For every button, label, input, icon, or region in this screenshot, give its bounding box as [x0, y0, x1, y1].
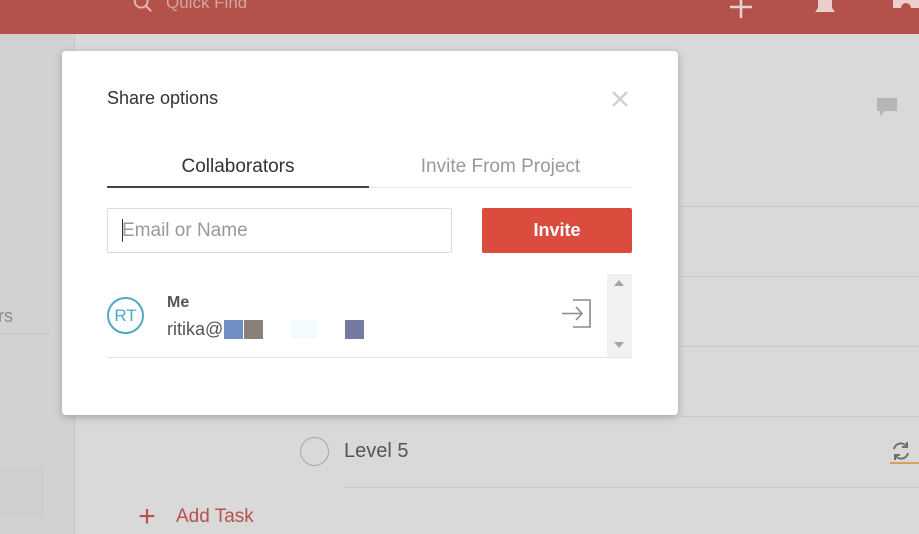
invite-button[interactable]: Invite: [482, 208, 632, 253]
bell-icon[interactable]: [812, 0, 838, 20]
recurring-icon[interactable]: [890, 440, 912, 462]
redaction-block: [264, 320, 291, 339]
task-divider: [344, 487, 919, 488]
add-task-label: Add Task: [176, 506, 254, 527]
task-checkbox[interactable]: [300, 437, 329, 466]
redaction-block: [291, 320, 318, 339]
share-options-modal: Share options Collaborators Invite From …: [62, 51, 678, 415]
task-row[interactable]: Level 5: [300, 437, 409, 466]
gift-icon[interactable]: [893, 0, 919, 20]
redaction-block: [244, 320, 264, 339]
plus-icon[interactable]: [728, 0, 754, 20]
row-divider: [679, 206, 919, 207]
tab-invite-from-project[interactable]: Invite From Project: [369, 149, 632, 188]
task-label: Level 5: [344, 440, 409, 462]
quick-find-placeholder: Quick Find: [166, 0, 248, 12]
scroll-up-arrow[interactable]: [614, 280, 624, 286]
email-or-name-input[interactable]: [107, 208, 452, 253]
scroll-down-arrow[interactable]: [614, 342, 624, 348]
tab-collaborators[interactable]: Collaborators: [107, 149, 369, 188]
row-divider: [679, 276, 919, 277]
redaction-block: [345, 320, 365, 339]
scrollbar[interactable]: [607, 274, 632, 357]
sidebar-block: [0, 466, 44, 518]
collaborator-email: ritika@: [167, 319, 365, 340]
collaborator-email-text: ritika@: [167, 319, 224, 339]
modal-title: Share options: [107, 88, 219, 108]
share-tabs: Collaborators Invite From Project: [107, 149, 632, 188]
row-divider: [679, 416, 919, 417]
row-divider: [679, 346, 919, 347]
redaction-block: [224, 320, 244, 339]
close-icon[interactable]: [608, 87, 632, 111]
recurring-underline: [890, 462, 919, 464]
search-icon: [133, 0, 152, 12]
text-caret: [122, 219, 123, 242]
add-task-button[interactable]: + Add Task: [136, 500, 254, 533]
collaborators-list: RT Me ritika@: [107, 274, 632, 358]
redaction-block: [318, 320, 345, 339]
quick-find-search[interactable]: Quick Find: [132, 0, 247, 16]
comment-icon[interactable]: [875, 96, 899, 118]
top-bar: Quick Find: [0, 0, 919, 34]
collaborator-name: Me: [167, 294, 190, 311]
avatar: RT: [107, 297, 144, 334]
leave-project-icon[interactable]: [560, 297, 593, 330]
sidebar-divider: [0, 333, 50, 334]
sidebar-partial-label: rs: [0, 306, 13, 326]
plus-icon: +: [138, 500, 156, 533]
